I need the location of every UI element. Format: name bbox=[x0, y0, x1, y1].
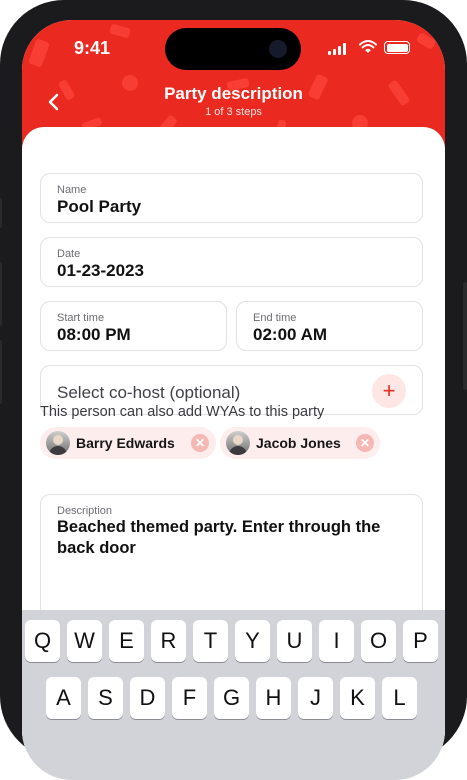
key[interactable]: F bbox=[172, 677, 207, 719]
cohost-name: Jacob Jones bbox=[256, 435, 341, 451]
start-time-value: 08:00 PM bbox=[57, 325, 131, 344]
key[interactable]: T bbox=[193, 620, 228, 662]
key[interactable]: I bbox=[319, 620, 354, 662]
keyboard: Q W E R T Y U I O P A S D F G H J K L bbox=[22, 610, 445, 780]
key[interactable]: U bbox=[277, 620, 312, 662]
key[interactable]: A bbox=[46, 677, 81, 719]
cohost-placeholder: Select co-host (optional) bbox=[57, 383, 241, 402]
key[interactable]: H bbox=[256, 677, 291, 719]
avatar bbox=[46, 431, 70, 455]
start-time-label: Start time bbox=[57, 312, 105, 324]
cohost-name: Barry Edwards bbox=[76, 435, 175, 451]
end-time-label: End time bbox=[253, 312, 297, 324]
key[interactable]: S bbox=[88, 677, 123, 719]
key[interactable]: E bbox=[109, 620, 144, 662]
avatar bbox=[226, 431, 250, 455]
status-time: 9:41 bbox=[74, 38, 111, 58]
date-label: Date bbox=[57, 248, 81, 260]
volume-up-button bbox=[0, 262, 2, 326]
date-field[interactable]: Date 01-23-2023 bbox=[40, 237, 423, 287]
battery-icon bbox=[384, 41, 410, 54]
end-time-field[interactable]: End time 02:00 AM bbox=[236, 301, 423, 351]
wifi-icon bbox=[359, 40, 377, 53]
name-label: Name bbox=[57, 184, 87, 196]
screen: 9:41 Party description 1 of 3 steps Name… bbox=[22, 20, 445, 780]
key[interactable]: D bbox=[130, 677, 165, 719]
camera-icon bbox=[269, 40, 287, 58]
key[interactable]: G bbox=[214, 677, 249, 719]
mute-switch bbox=[0, 198, 2, 228]
key[interactable]: K bbox=[340, 677, 375, 719]
step-indicator: 1 of 3 steps bbox=[205, 106, 262, 118]
key[interactable]: Q bbox=[25, 620, 60, 662]
date-value: 01-23-2023 bbox=[57, 261, 144, 280]
volume-down-button bbox=[0, 340, 2, 404]
key[interactable]: L bbox=[382, 677, 417, 719]
cohost-helper-text: This person can also add WYAs to this pa… bbox=[40, 404, 325, 420]
cohost-chip: Jacob Jones ✕ bbox=[220, 427, 380, 459]
power-button bbox=[463, 282, 467, 390]
key[interactable]: R bbox=[151, 620, 186, 662]
name-value: Pool Party bbox=[57, 197, 142, 216]
signal-icon bbox=[328, 43, 346, 55]
key[interactable]: O bbox=[361, 620, 396, 662]
end-time-value: 02:00 AM bbox=[253, 325, 328, 344]
key[interactable]: Y bbox=[235, 620, 270, 662]
key[interactable]: J bbox=[298, 677, 333, 719]
key[interactable]: W bbox=[67, 620, 102, 662]
start-time-field[interactable]: Start time 08:00 PM bbox=[40, 301, 227, 351]
page-title: Party description bbox=[164, 84, 303, 103]
name-field[interactable]: Name Pool Party bbox=[40, 173, 423, 223]
remove-icon[interactable]: ✕ bbox=[356, 434, 374, 452]
cohost-chip: Barry Edwards ✕ bbox=[40, 427, 216, 459]
description-value: Beached themed party. Enter through the … bbox=[57, 518, 381, 557]
key[interactable]: P bbox=[403, 620, 438, 662]
remove-icon[interactable]: ✕ bbox=[191, 434, 209, 452]
phone-frame: 9:41 Party description 1 of 3 steps Name… bbox=[0, 0, 467, 780]
description-label: Description bbox=[57, 505, 113, 517]
plus-icon[interactable]: + bbox=[372, 374, 406, 408]
dynamic-island bbox=[165, 28, 301, 70]
